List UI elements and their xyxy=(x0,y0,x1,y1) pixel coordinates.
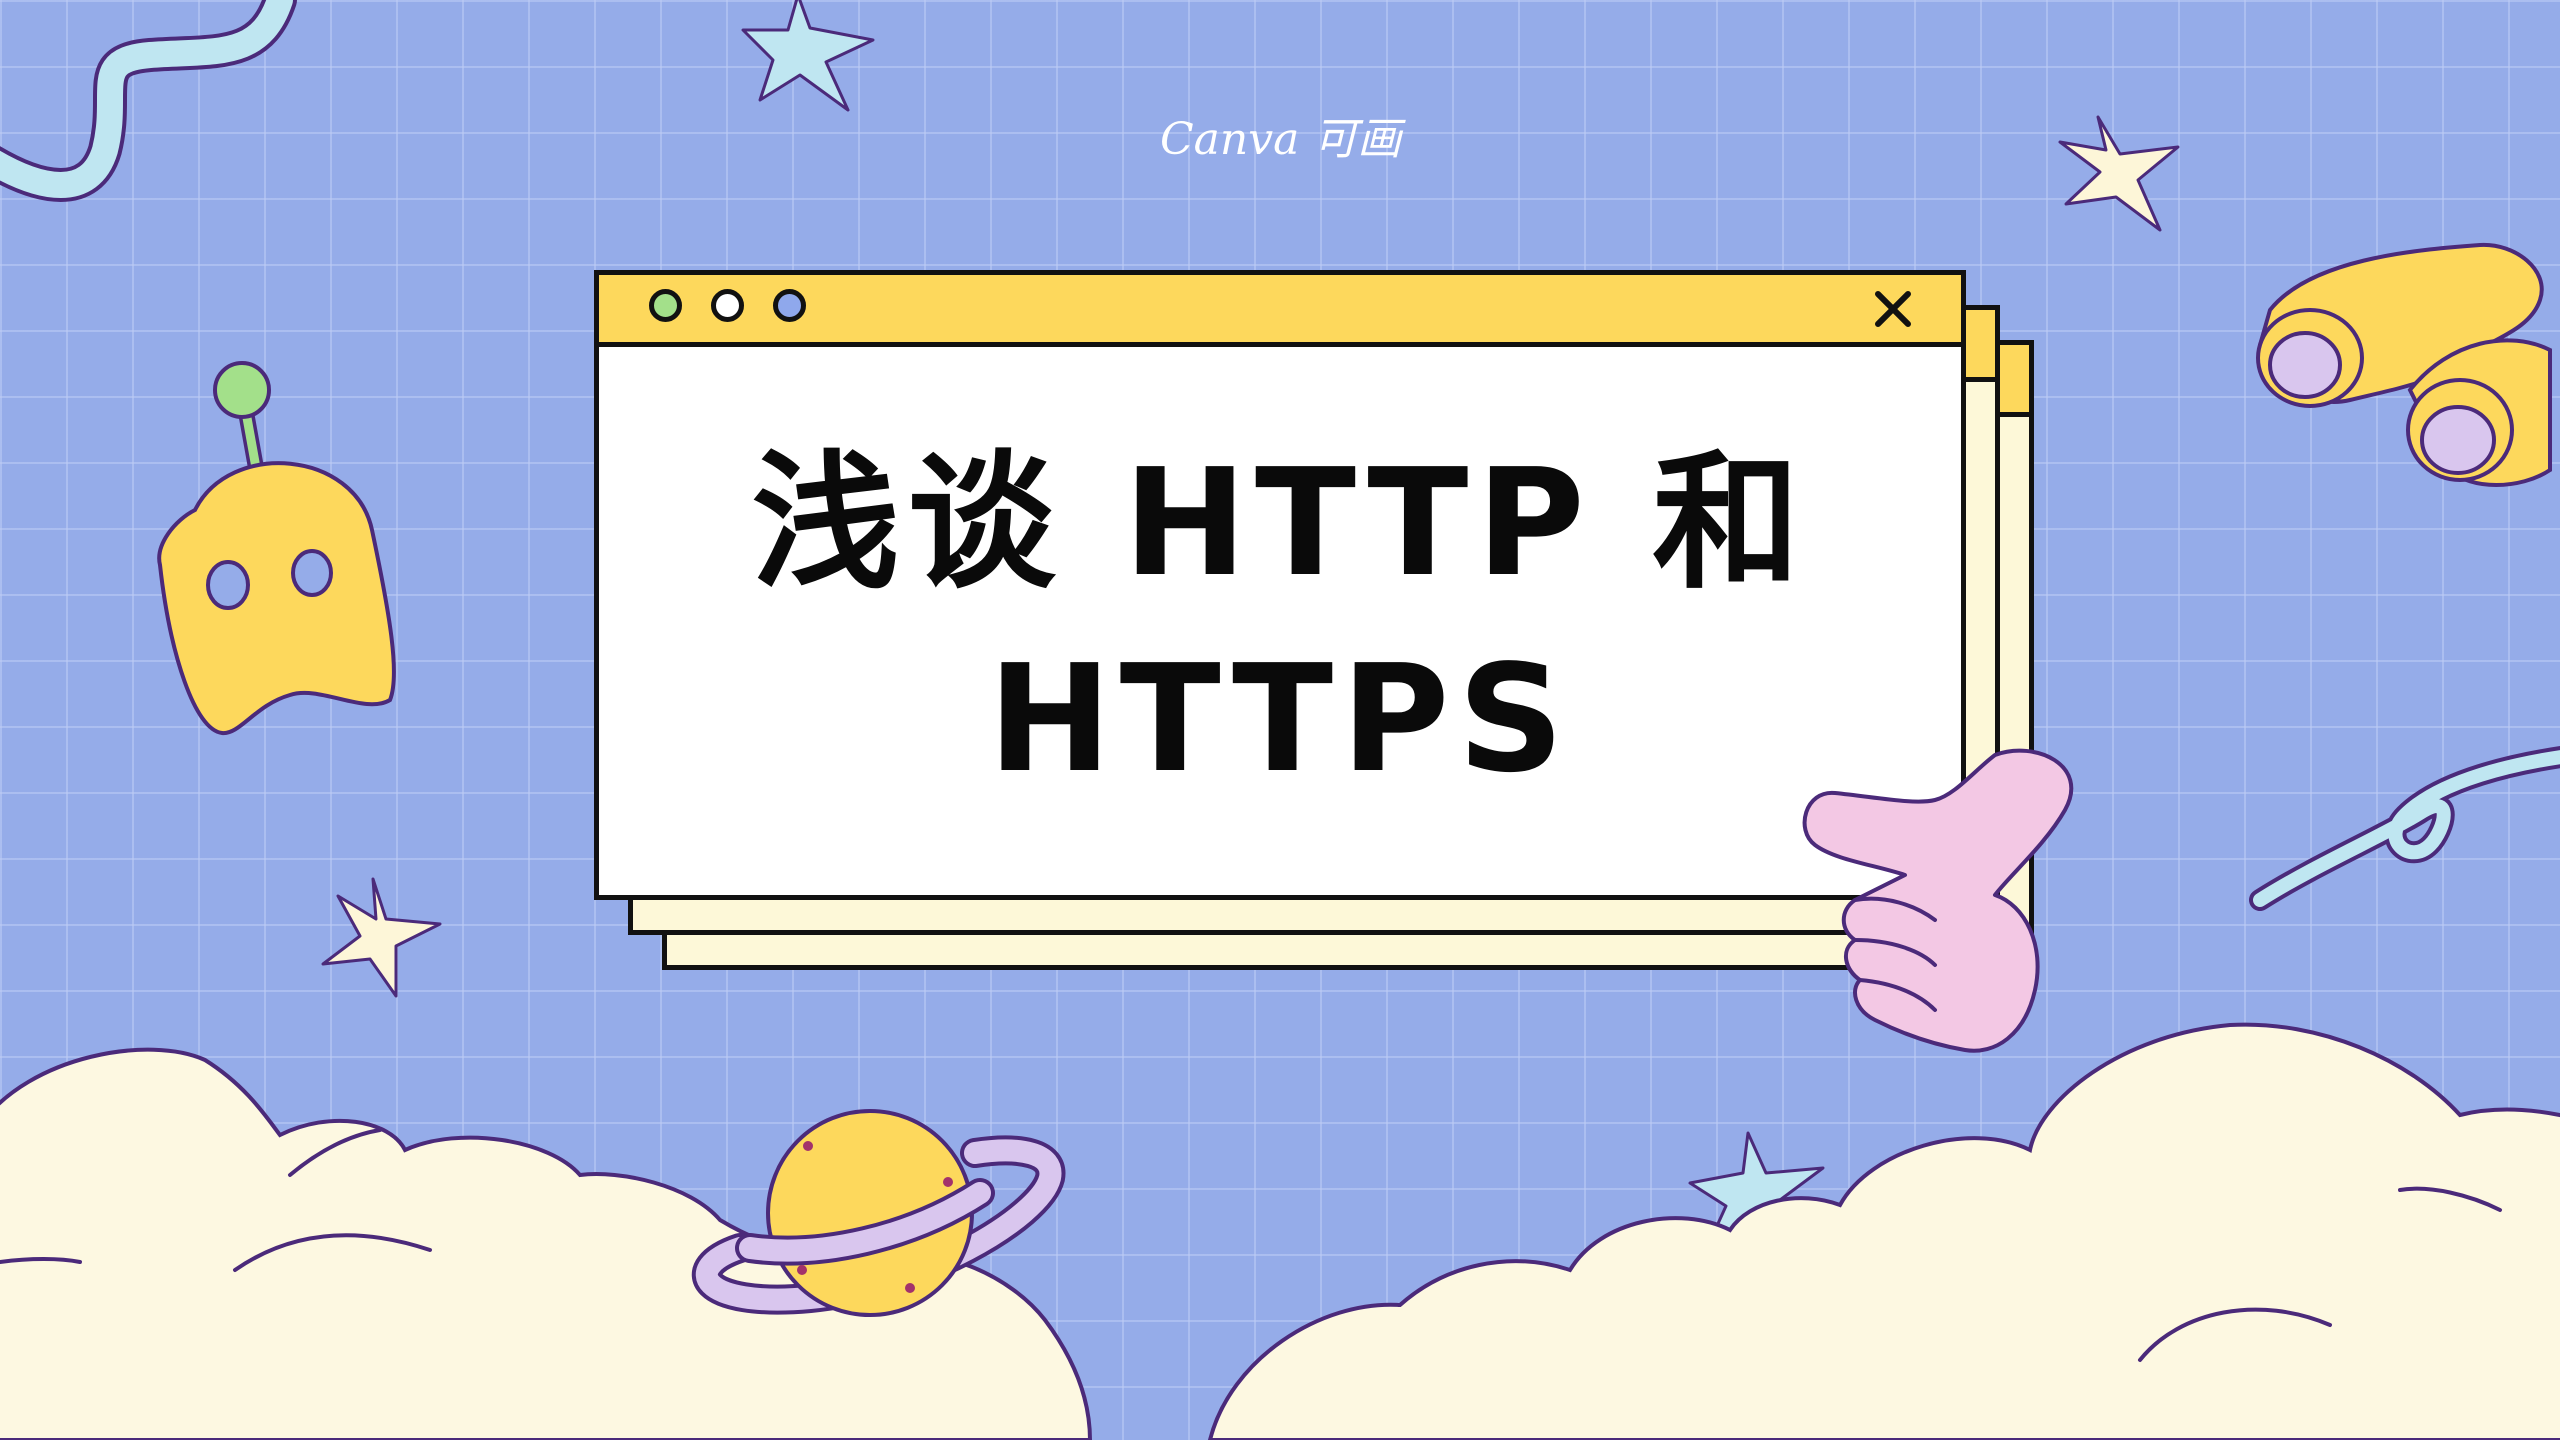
blue-dot[interactable] xyxy=(773,289,806,322)
title-window: 浅谈 HTTP 和 HTTPS xyxy=(594,270,1966,900)
window-titlebar xyxy=(599,275,1961,347)
star-icon xyxy=(321,877,442,998)
white-dot[interactable] xyxy=(711,289,744,322)
planet-icon xyxy=(692,1109,1066,1317)
cloud xyxy=(0,1022,2560,1440)
green-dot[interactable] xyxy=(649,289,682,322)
star-icon xyxy=(2058,115,2180,232)
binoculars-icon xyxy=(2256,242,2552,487)
ghost-icon xyxy=(157,361,396,736)
squiggle-ribbon xyxy=(0,0,297,202)
loop-ribbon xyxy=(2249,746,2560,911)
star-icon xyxy=(741,0,875,112)
page-title: 浅谈 HTTP 和 HTTPS xyxy=(751,437,1809,805)
close-icon[interactable] xyxy=(1873,289,1913,329)
canva-logo: Canva 可画 xyxy=(1160,114,1402,165)
